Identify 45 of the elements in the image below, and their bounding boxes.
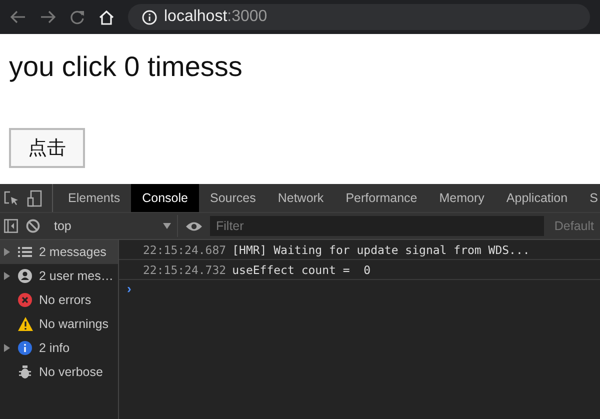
sidebar-item[interactable]: No errors — [0, 288, 118, 312]
context-dropdown[interactable]: top — [48, 215, 178, 237]
timestamp: 22:15:24.687 — [143, 242, 226, 256]
expand-icon[interactable] — [4, 248, 10, 256]
sidebar-item[interactable]: No warnings — [0, 312, 118, 336]
sidebar-toggle-icon[interactable] — [4, 219, 18, 233]
clear-console-icon[interactable] — [26, 219, 40, 233]
devtools-tab[interactable]: Network — [266, 184, 335, 212]
click-count-heading: you click 0 timesss — [9, 51, 244, 84]
devtools-tab[interactable]: Performance — [334, 184, 428, 212]
sidebar-item[interactable]: 2 info — [0, 336, 118, 360]
address-bar[interactable]: localhost:3000 — [128, 4, 590, 30]
home-icon[interactable] — [99, 10, 114, 24]
log-message: useEffect count = 0 — [232, 262, 371, 276]
expand-icon[interactable] — [4, 344, 10, 352]
devtools-tab[interactable]: Elements — [57, 184, 132, 212]
sidebar-item[interactable]: No verbose — [0, 360, 118, 384]
filter-field[interactable]: Filter — [210, 216, 544, 236]
devtools-tab[interactable]: Sources — [198, 184, 267, 212]
devtools-tab[interactable]: Memory — [428, 184, 496, 212]
bug-icon — [19, 365, 31, 379]
expand-icon[interactable] — [4, 272, 10, 280]
devtools-tab[interactable]: S — [578, 184, 600, 212]
log-message: [HMR] Waiting for update signal from WDS... — [232, 242, 530, 256]
caret-icon — [163, 223, 171, 229]
devtools-tab[interactable]: Application — [495, 184, 579, 212]
info-icon — [142, 10, 157, 24]
warning-icon — [18, 317, 32, 331]
timestamp: 22:15:24.732 — [143, 262, 226, 276]
sidebar-item[interactable]: 2 user mes… — [0, 264, 118, 288]
device-icon[interactable] — [27, 190, 42, 206]
inspect-icon[interactable] — [4, 190, 19, 206]
console-prompt[interactable]: › — [119, 281, 132, 296]
forward-icon[interactable] — [40, 10, 56, 24]
sidebar-item[interactable]: 2 messages — [0, 240, 118, 264]
eye-icon[interactable] — [186, 220, 202, 232]
reload-icon[interactable] — [70, 10, 85, 24]
list-icon — [18, 246, 32, 258]
info-icon — [18, 341, 32, 355]
click-button[interactable]: 点击 — [9, 128, 85, 168]
error-icon — [18, 293, 32, 307]
user-icon — [18, 269, 32, 283]
url-text: localhost:3000 — [164, 8, 268, 26]
back-icon[interactable] — [10, 10, 26, 24]
devtools-tab[interactable]: Console — [131, 184, 199, 212]
